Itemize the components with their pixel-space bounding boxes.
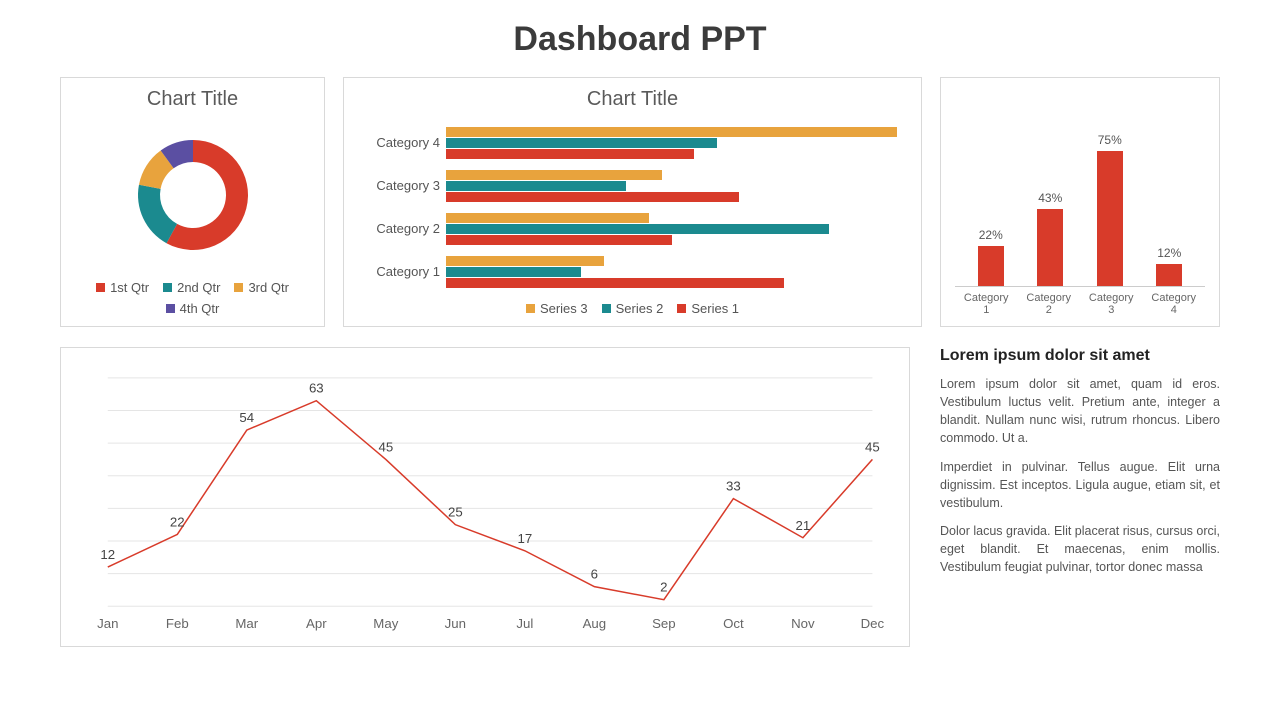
svg-text:Apr: Apr xyxy=(306,616,327,631)
hbar-row: Category 4 xyxy=(358,126,897,160)
donut-chart-card: Chart Title 1st Qtr 2nd Qtr 3rd Qtr 4th … xyxy=(60,77,325,327)
column: 12% xyxy=(1144,246,1194,286)
text-panel: Lorem ipsum dolor sit amet Lorem ipsum d… xyxy=(940,347,1220,647)
svg-text:Jun: Jun xyxy=(445,616,466,631)
column: 22% xyxy=(966,228,1016,286)
svg-text:Feb: Feb xyxy=(166,616,189,631)
column-pct-axis: Category 1Category 2Category 3Category 4 xyxy=(955,286,1205,316)
page-title: Dashboard PPT xyxy=(60,20,1220,59)
svg-text:25: 25 xyxy=(448,505,463,520)
text-paragraph: Dolor lacus gravida. Elit placerat risus… xyxy=(940,522,1220,576)
hbar-title: Chart Title xyxy=(587,88,678,111)
donut-legend: 1st Qtr 2nd Qtr 3rd Qtr 4th Qtr xyxy=(75,280,310,316)
donut-title: Chart Title xyxy=(147,88,238,111)
svg-text:Mar: Mar xyxy=(235,616,258,631)
hbar-row: Category 3 xyxy=(358,169,897,203)
hbar-row: Category 1 xyxy=(358,255,897,289)
column: 75% xyxy=(1085,133,1135,286)
svg-text:6: 6 xyxy=(591,567,598,582)
hbar-legend: Series 3 Series 2 Series 1 xyxy=(526,301,739,316)
svg-text:Dec: Dec xyxy=(861,616,885,631)
hbar-row: Category 2 xyxy=(358,212,897,246)
text-paragraph: Imperdiet in pulvinar. Tellus augue. Eli… xyxy=(940,458,1220,512)
line-chart: 12 Jan 22 Feb 54 Mar 63 Apr 45 May 25 Jun 17 Jul 6 Aug 2… xyxy=(67,358,903,636)
column-pct-chart: 22%43%75%12% xyxy=(955,88,1205,286)
hbar-chart-card: Chart Title Category 4Category 3Category… xyxy=(343,77,922,327)
svg-text:Sep: Sep xyxy=(652,616,676,631)
svg-text:54: 54 xyxy=(239,410,254,425)
hbar-chart: Category 4 Category 3 Category 2 Category 1 xyxy=(358,117,907,293)
svg-text:17: 17 xyxy=(517,531,532,546)
donut-chart xyxy=(123,117,263,272)
svg-text:33: 33 xyxy=(726,479,741,494)
svg-text:Jan: Jan xyxy=(97,616,118,631)
svg-text:May: May xyxy=(373,616,398,631)
svg-text:63: 63 xyxy=(309,381,324,396)
svg-text:Oct: Oct xyxy=(723,616,744,631)
column-pct-card: 22%43%75%12% Category 1Category 2Categor… xyxy=(940,77,1220,327)
line-chart-card: 12 Jan 22 Feb 54 Mar 63 Apr 45 May 25 Jun 17 Jul 6 Aug 2… xyxy=(60,347,910,647)
svg-text:2: 2 xyxy=(660,580,667,595)
column: 43% xyxy=(1025,191,1075,286)
svg-text:22: 22 xyxy=(170,515,185,530)
svg-text:Aug: Aug xyxy=(583,616,607,631)
text-paragraph: Lorem ipsum dolor sit amet, quam id eros… xyxy=(940,375,1220,448)
text-heading: Lorem ipsum dolor sit amet xyxy=(940,347,1220,365)
svg-text:Nov: Nov xyxy=(791,616,815,631)
svg-text:12: 12 xyxy=(100,547,115,562)
svg-text:45: 45 xyxy=(865,440,880,455)
svg-text:Jul: Jul xyxy=(516,616,533,631)
svg-text:45: 45 xyxy=(378,440,393,455)
svg-text:21: 21 xyxy=(796,518,811,533)
